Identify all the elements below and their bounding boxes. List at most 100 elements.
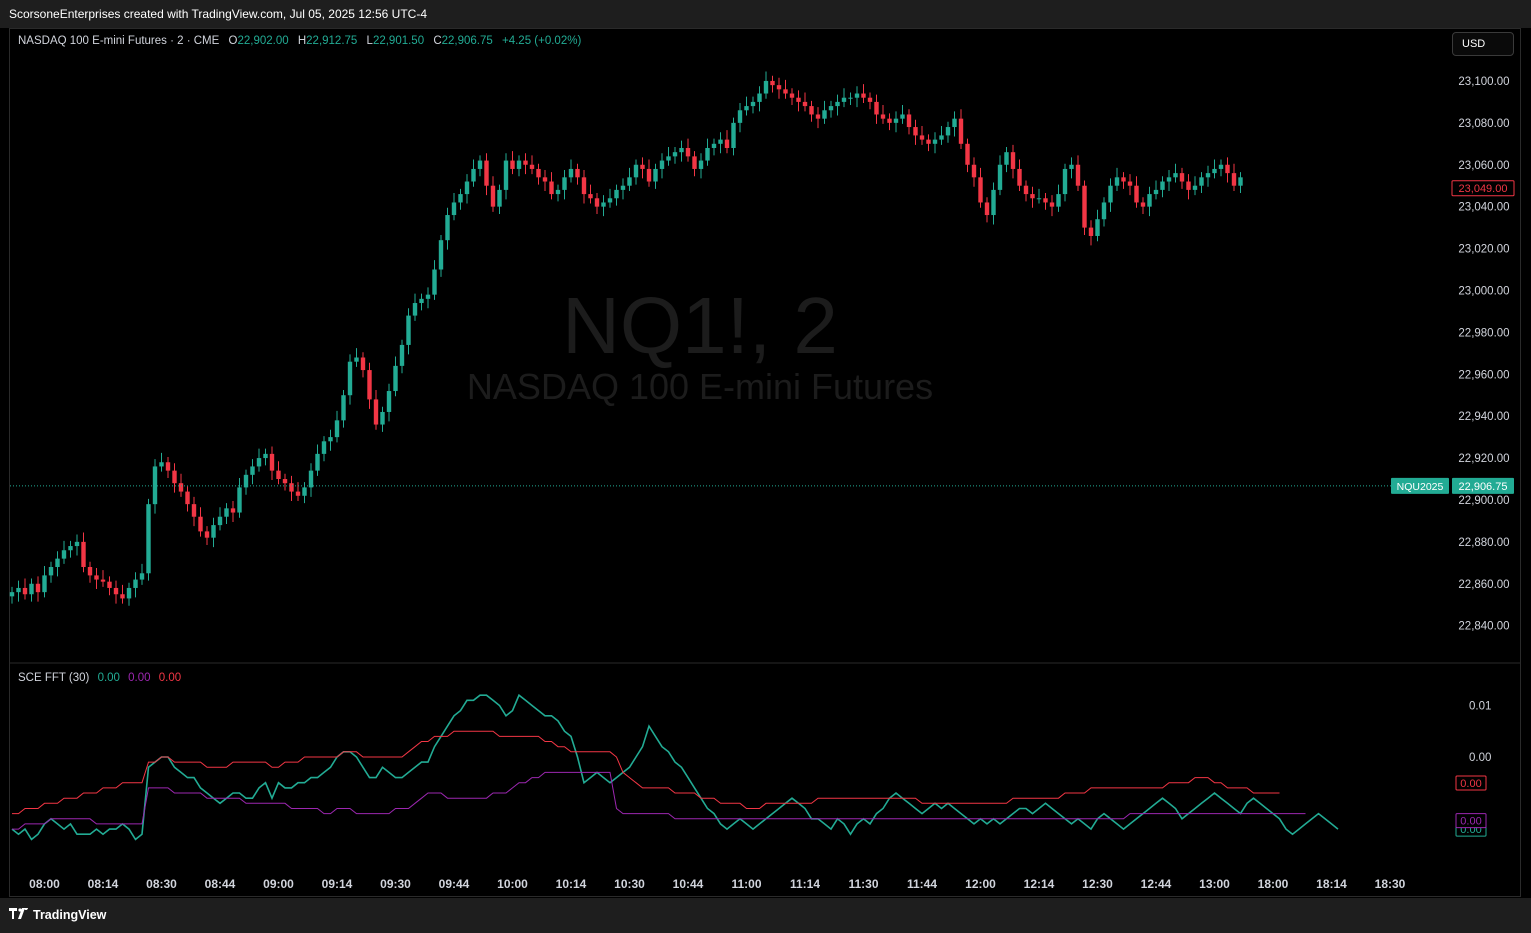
candle-body xyxy=(35,583,41,593)
candle-body xyxy=(1205,173,1211,178)
time-tick-label: 11:14 xyxy=(790,877,820,891)
candle-body xyxy=(1218,164,1224,169)
candle-body xyxy=(165,462,171,471)
candle-body xyxy=(1108,185,1113,203)
candle-body xyxy=(477,160,483,169)
candle-body xyxy=(594,198,600,207)
symbol-description[interactable]: NASDAQ 100 E-mini Futures · 2 · CME xyxy=(18,35,219,47)
tradingview-logo[interactable]: TradingView xyxy=(9,906,106,922)
candle-body xyxy=(835,101,840,107)
candle-body xyxy=(1075,164,1081,186)
price-tick-label: 23,080.00 xyxy=(1458,118,1509,130)
time-tick-label: 09:44 xyxy=(439,877,470,891)
candle-body xyxy=(887,118,892,123)
candle-body xyxy=(276,470,281,480)
candle-body xyxy=(997,164,1003,190)
candle-body xyxy=(308,470,314,488)
candle-body xyxy=(100,579,106,582)
last-price-tag: 23,049.00 xyxy=(1459,183,1508,195)
indicator-name[interactable]: SCE FFT (30) xyxy=(18,672,89,684)
candle-body xyxy=(659,160,665,169)
candle-body xyxy=(1043,198,1048,203)
price-tick-label: 22,940.00 xyxy=(1458,411,1509,423)
currency-button[interactable]: USD xyxy=(1452,32,1514,56)
symbol-legend[interactable]: NASDAQ 100 E-mini Futures · 2 · CME O22,… xyxy=(18,35,581,47)
time-tick-label: 11:30 xyxy=(848,877,878,891)
candle-body xyxy=(113,587,119,595)
candle-body xyxy=(601,202,606,207)
current-price-tag: 22,906.75 xyxy=(1459,481,1508,493)
candle-body xyxy=(458,194,463,203)
candle-body xyxy=(1101,202,1107,220)
candle-body xyxy=(211,525,216,538)
price-tick-label: 23,020.00 xyxy=(1458,244,1509,256)
candle-body xyxy=(107,581,112,588)
candle-body xyxy=(705,147,710,161)
symbol-tag: NQU2025 xyxy=(1397,481,1444,493)
candle-body xyxy=(22,587,28,595)
candle-body xyxy=(965,143,970,165)
candle-body xyxy=(263,453,268,459)
candle-body xyxy=(828,106,834,111)
candle-body xyxy=(568,168,574,178)
time-tick-label: 12:30 xyxy=(1082,877,1113,891)
candle-body xyxy=(74,541,80,547)
candle-body xyxy=(757,93,762,102)
high-label: H xyxy=(297,35,307,47)
candle-body xyxy=(334,420,340,438)
candle-body xyxy=(633,164,639,178)
indicator-series-line xyxy=(12,771,1306,830)
chart-canvas[interactable]: 22,840.00 22,860.00 22,880.00 22,900.00 22,9… xyxy=(0,0,1531,933)
candle-body xyxy=(939,135,944,140)
candle-body xyxy=(1036,198,1042,200)
candle-body xyxy=(971,164,977,178)
candle-body xyxy=(672,152,678,157)
candle-body xyxy=(451,202,457,216)
candle-body xyxy=(607,198,613,203)
candle-body xyxy=(575,168,580,178)
candle-body xyxy=(796,97,801,102)
indicator-legend[interactable]: SCE FFT (30) 0.00 0.00 0.00 xyxy=(18,672,181,684)
candle-body xyxy=(893,118,899,123)
candle-body xyxy=(763,80,769,94)
indicator-last-tag: 0.00 xyxy=(1460,778,1481,790)
candle-body xyxy=(445,215,450,241)
time-tick-label: 10:30 xyxy=(614,877,645,891)
candle-body xyxy=(1140,202,1146,207)
time-tick-label: 10:44 xyxy=(673,877,704,891)
candle-body xyxy=(16,587,21,593)
candle-body xyxy=(510,160,515,169)
candle-body xyxy=(315,453,320,471)
price-tick-label: 22,920.00 xyxy=(1458,453,1509,465)
candle-body xyxy=(711,143,717,148)
candle-body xyxy=(867,97,873,102)
candle-body xyxy=(945,127,951,136)
time-tick-label: 18:30 xyxy=(1375,877,1406,891)
candle-body xyxy=(48,567,54,576)
candle-body xyxy=(926,139,931,144)
candle-body xyxy=(984,202,990,216)
candle-body xyxy=(191,504,197,517)
candle-body xyxy=(822,110,827,119)
bottom-bar: TradingView xyxy=(0,898,1531,933)
watermark-name: NASDAQ 100 E-mini Futures xyxy=(466,366,934,407)
price-tick-label: 23,100.00 xyxy=(1458,76,1509,88)
candle-body xyxy=(1147,194,1152,207)
candle-body xyxy=(536,168,541,178)
candle-body xyxy=(1173,173,1178,178)
candle-body xyxy=(250,466,255,475)
candle-body xyxy=(958,118,964,144)
candle-body xyxy=(1095,219,1100,236)
indicator-value-teal: 0.00 xyxy=(97,672,120,684)
tradingview-logo-icon xyxy=(9,906,29,922)
candle-body xyxy=(614,189,619,199)
candle-body xyxy=(490,185,496,207)
indicator-series-line xyxy=(12,730,1280,815)
candle-body xyxy=(750,101,756,107)
candle-body xyxy=(841,97,847,102)
candle-body xyxy=(9,592,15,597)
candle-body xyxy=(1160,181,1165,190)
candle-body xyxy=(549,181,554,195)
close-label: C xyxy=(433,35,442,47)
candle-body xyxy=(646,168,652,182)
